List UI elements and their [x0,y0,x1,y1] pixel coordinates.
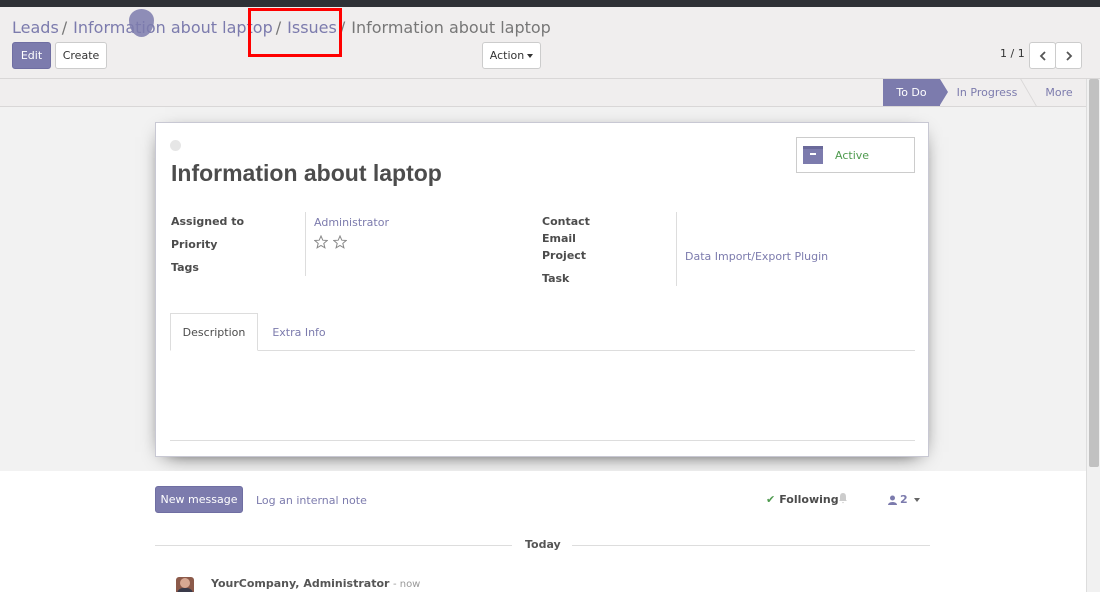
author-avatar[interactable] [176,577,194,592]
field-divider [676,212,677,286]
check-icon: ✔ [766,493,776,506]
star-icon[interactable] [332,234,348,249]
create-button[interactable]: Create [55,42,107,69]
stage-more[interactable]: More [1036,79,1082,106]
scrollbar-thumb[interactable] [1089,79,1099,467]
star-icon[interactable] [313,234,329,249]
action-dropdown[interactable]: Action [482,42,541,69]
notebook-tabs: Description Extra Info [170,313,915,351]
stage-todo[interactable]: To Do [883,79,948,106]
active-toggle-button[interactable]: Active [796,137,915,173]
chevron-right-icon [1065,50,1072,61]
chatter: New message Log an internal note ✔ Follo… [0,471,1086,592]
bell-icon[interactable] [838,492,848,507]
following-button[interactable]: ✔ Following [766,493,839,506]
caret-down-icon [527,53,534,58]
archive-icon [803,146,823,164]
task-label: Task [542,272,570,285]
stage-in-progress[interactable]: In Progress [949,79,1025,106]
star-outline-icon [332,234,348,249]
tags-label: Tags [171,261,199,274]
priority-label: Priority [171,238,218,251]
status-bar: To Do In Progress More [0,79,1086,107]
project-value[interactable]: Data Import/Export Plugin [685,250,828,263]
log-note-link[interactable]: Log an internal note [256,494,367,507]
breadcrumb-current: Information about laptop [351,18,551,37]
tab-description[interactable]: Description [170,313,258,351]
breadcrumb-lead-record[interactable]: Information about laptop [73,18,273,37]
active-label: Active [835,148,870,162]
chevron-left-icon [1039,50,1046,61]
control-panel: Leads / Information about laptop / Issues / In… [0,7,1100,79]
followers-dropdown[interactable]: 2 [888,493,920,506]
message-author[interactable]: YourCompany, Administrator [211,577,389,590]
email-label: Email [542,232,576,245]
form-sheet: Information about laptop Active Assigned… [155,122,929,457]
followers-count: 2 [900,493,908,506]
new-message-button[interactable]: New message [155,486,243,513]
assigned-to-value[interactable]: Administrator [314,216,389,229]
message-time: - now [392,579,421,590]
description-bottom-border [170,440,915,441]
highlight-annotation [248,8,342,57]
edit-button[interactable]: Edit [12,42,51,69]
notification-bell-icon [839,493,847,504]
date-divider-right [572,545,930,546]
tab-extra-info[interactable]: Extra Info [258,313,340,351]
breadcrumb-leads[interactable]: Leads [12,18,59,37]
pager-value: 1 / 1 [1000,47,1025,60]
contact-label: Contact [542,215,590,228]
user-icon [888,495,897,505]
kanban-state-icon[interactable] [170,140,181,151]
caret-down-icon [913,497,920,502]
date-separator: Today [525,538,561,551]
pager-next-button[interactable] [1055,42,1082,69]
project-label: Project [542,249,587,262]
following-label: Following [779,493,839,506]
date-divider-left [155,545,512,546]
assigned-to-label: Assigned to [171,215,245,228]
star-outline-icon [313,234,329,249]
action-label: Action [489,49,525,62]
breadcrumb-separator: / [61,18,68,37]
vertical-scrollbar[interactable] [1086,79,1100,592]
field-divider [305,212,306,276]
top-navbar [0,0,1100,7]
pager-previous-button[interactable] [1029,42,1056,69]
message-header: YourCompany, Administrator - now [211,577,420,590]
record-title: Information about laptop [171,160,442,186]
